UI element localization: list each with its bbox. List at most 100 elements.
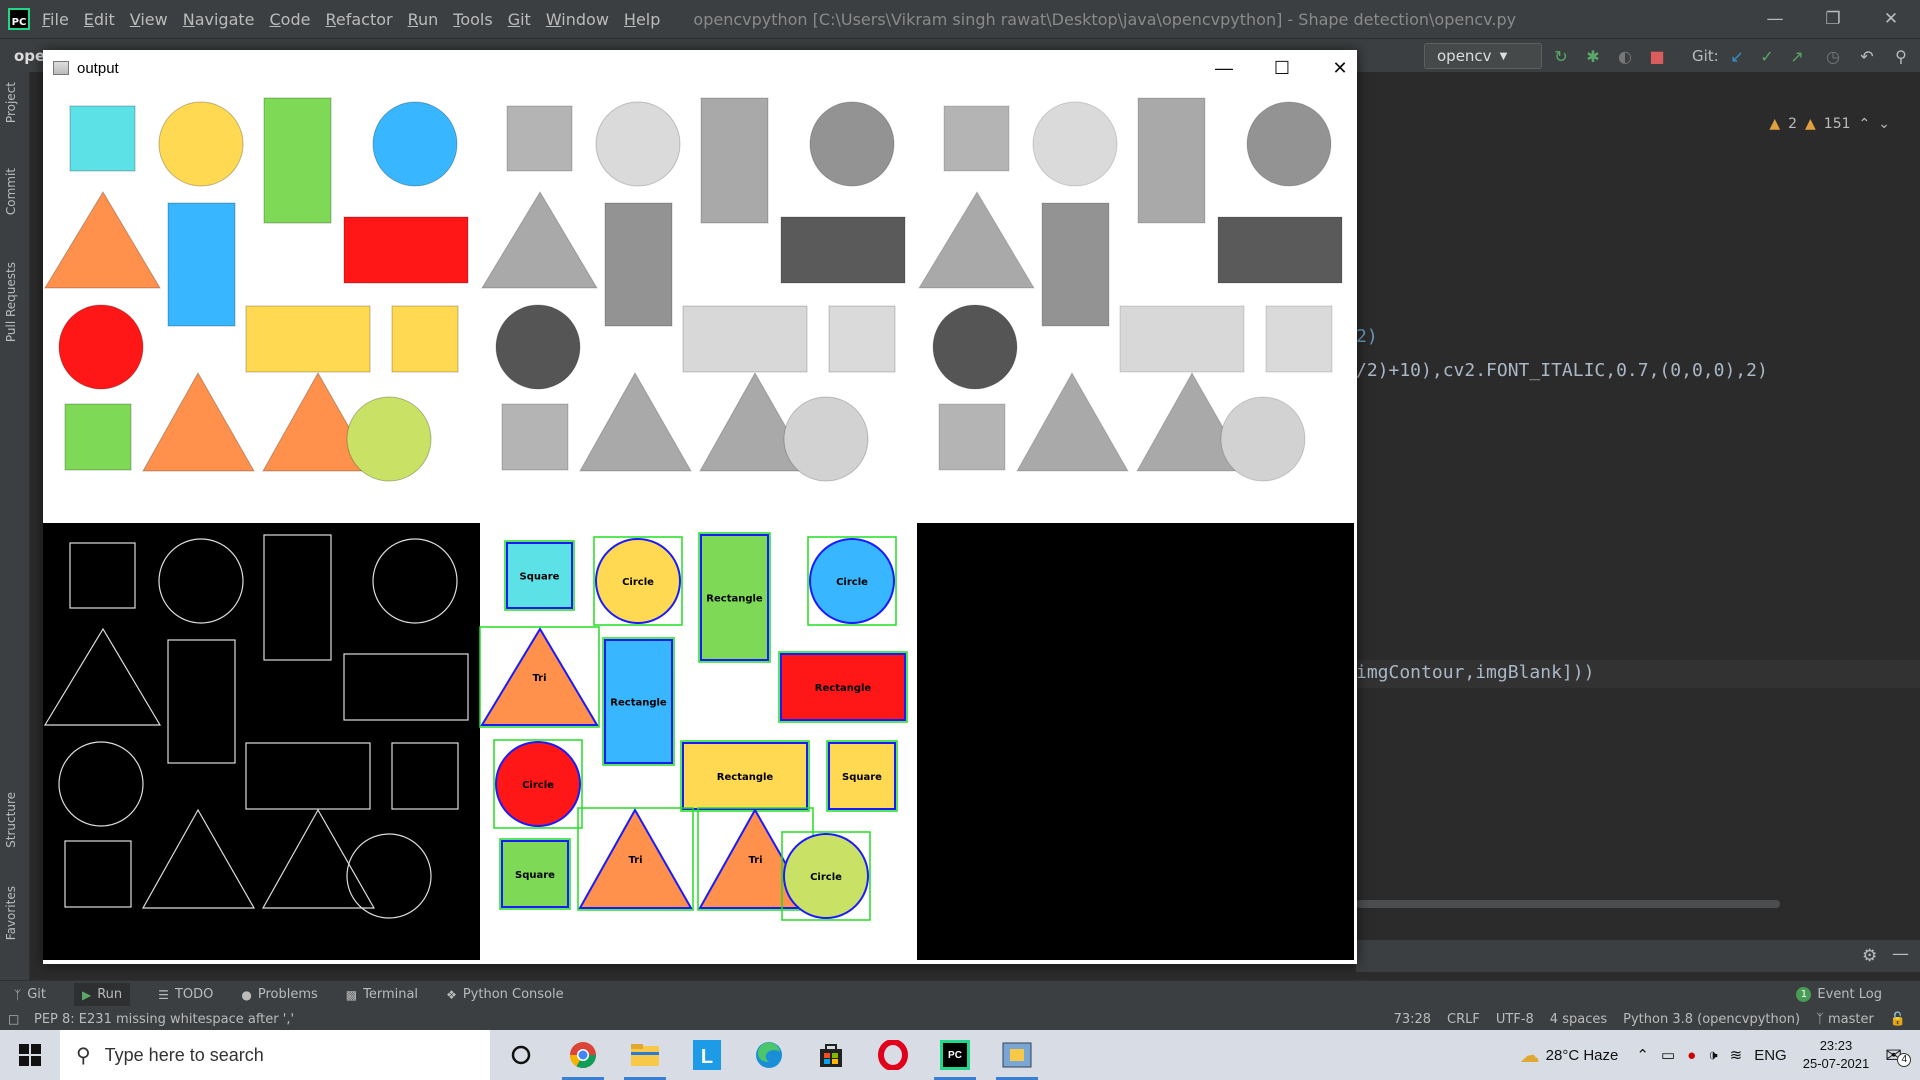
tab-run-label: Run [97,987,123,1002]
file-encoding[interactable]: UTF-8 [1496,1012,1534,1027]
run-config-dropdown[interactable]: opencv ▼ [1424,43,1542,69]
menu-window[interactable]: Window [546,10,609,29]
svg-text:PC: PC [948,1050,962,1061]
store-bag-icon [820,1044,842,1067]
tab-python-console[interactable]: ❖ Python Console [446,987,564,1002]
network-disabled-icon[interactable]: ● [1687,1047,1696,1064]
gray-shape [700,97,769,224]
weather-text[interactable]: 28°C Haze [1546,1047,1619,1064]
battery-icon[interactable]: ▭ [1661,1046,1675,1064]
shape-label: Rectangle [815,683,872,694]
menu-help[interactable]: Help [624,10,660,29]
taskbar-l-app[interactable]: L [676,1030,738,1080]
shape-label: Tri [532,673,546,684]
menu-run[interactable]: Run [408,10,439,29]
language-indicator[interactable]: ENG [1754,1047,1787,1064]
python-interpreter[interactable]: Python 3.8 (opencvpython) [1623,1012,1800,1027]
lock-icon[interactable]: 🔓 [1890,1012,1906,1027]
tab-project[interactable]: Project [4,82,18,123]
notification-icon[interactable]: ✉ 4 [1885,1043,1912,1068]
original-shape [343,216,469,284]
menu-bar: File Edit View Navigate Code Refactor Ru… [42,10,675,29]
rerun-icon[interactable]: ↻ [1552,47,1570,66]
panel-toggle-icon[interactable]: □ [8,1012,19,1026]
menu-git[interactable]: Git [508,10,531,29]
ide-minimize-button[interactable]: — [1746,0,1804,38]
indent-setting[interactable]: 4 spaces [1550,1012,1607,1027]
svg-text:L: L [701,1046,713,1068]
tab-python-console-label: Python Console [462,987,564,1002]
stacked-images: Square Circle Rectangle Circle Tri Rectangle R… [43,86,1354,960]
taskbar-search[interactable]: ⚲ Type here to search [60,1030,490,1080]
menu-navigate[interactable]: Navigate [183,10,255,29]
menu-tools[interactable]: Tools [453,10,492,29]
editor-horizontal-scrollbar[interactable] [1356,900,1780,908]
tab-pull-requests[interactable]: Pull Requests [4,262,18,342]
status-message[interactable]: PEP 8: E231 missing whitespace after ',' [34,1012,294,1027]
taskbar-pycharm[interactable]: PC [924,1030,986,1080]
tab-git[interactable]: ᛉ Git [14,987,46,1002]
git-branch[interactable]: ᛉ master [1816,1012,1874,1027]
clock[interactable]: 23:23 25-07-2021 [1803,1037,1870,1073]
wifi-icon[interactable]: ≋ [1730,1046,1743,1064]
windows-start-button[interactable] [0,1030,60,1080]
breadcrumb-project[interactable]: ope [14,47,45,65]
gray-shape [595,101,681,187]
run-panel-header: ⚙ — [1356,940,1920,972]
gear-icon[interactable]: ⚙ [1862,946,1877,966]
history-icon[interactable]: ◷ [1824,47,1842,66]
menu-view[interactable]: View [130,10,168,29]
output-maximize-button[interactable]: ☐ [1253,50,1311,86]
search-icon[interactable]: ⚲ [1892,47,1910,66]
notification-count: 4 [1897,1052,1912,1067]
volume-icon[interactable]: 🕩 [1708,1047,1717,1064]
blur-shape [1032,101,1118,187]
menu-file[interactable]: File [42,10,69,29]
taskbar-file-explorer[interactable] [614,1030,676,1080]
tab-commit[interactable]: Commit [4,168,18,215]
tab-todo-label: TODO [174,987,214,1002]
tab-problems[interactable]: ● Problems [241,987,317,1002]
ide-close-button[interactable]: ✕ [1862,0,1920,38]
inspection-widget[interactable]: ▲ 2 ▲ 151 ⌃ ⌄ [1769,116,1890,132]
line-separator[interactable]: CRLF [1447,1012,1480,1027]
menu-refactor[interactable]: Refactor [325,10,392,29]
taskbar-store[interactable] [800,1030,862,1080]
menu-edit[interactable]: Edit [84,10,115,29]
event-log-button[interactable]: 1 Event Log [1796,987,1882,1002]
taskbar-edge[interactable] [738,1030,800,1080]
output-minimize-button[interactable]: — [1195,50,1253,86]
gray-shape [809,101,895,187]
tab-structure[interactable]: Structure [4,792,18,848]
menu-code[interactable]: Code [270,10,311,29]
code-editor[interactable] [1356,106,1920,906]
git-update-icon[interactable]: ↙ [1728,47,1746,66]
chevron-down-icon[interactable]: ⌄ [1878,116,1890,132]
caret-position[interactable]: 73:28 [1394,1012,1431,1027]
pycharm-icon: PC [940,1040,970,1070]
ide-titlebar: PC File Edit View Navigate Code Refactor… [0,0,1920,38]
taskbar-chrome[interactable] [552,1030,614,1080]
output-window: output — ☐ ✕ Square Circle Rectangle Circle… [43,50,1357,964]
git-commit-icon[interactable]: ✓ [1758,47,1776,66]
chevron-up-icon[interactable]: ⌃ [1859,116,1871,132]
original-shape [58,304,144,390]
taskbar-opera[interactable] [862,1030,924,1080]
stop-icon[interactable]: ■ [1648,47,1666,66]
rollback-icon[interactable]: ↶ [1858,47,1876,66]
tab-todo[interactable]: ☰ TODO [158,987,213,1002]
tab-terminal[interactable]: ▩ Terminal [346,987,418,1002]
terminal-icon: ▩ [345,987,358,1002]
hide-panel-icon[interactable]: — [1892,944,1909,964]
ide-restore-button[interactable]: ❐ [1804,0,1862,38]
chevron-up-icon[interactable]: ⌃ [1636,1046,1649,1064]
taskbar-python-window[interactable] [986,1030,1048,1080]
tab-run[interactable]: ▶ Run [74,983,131,1006]
tab-favorites[interactable]: Favorites [4,886,18,940]
task-view-button[interactable] [490,1030,552,1080]
git-push-icon[interactable]: ↗ [1788,47,1806,66]
coverage-icon[interactable]: ◐ [1616,47,1634,66]
original-shape [64,403,132,471]
debug-bug-icon[interactable]: ✱ [1584,47,1602,66]
output-close-button[interactable]: ✕ [1311,50,1369,86]
